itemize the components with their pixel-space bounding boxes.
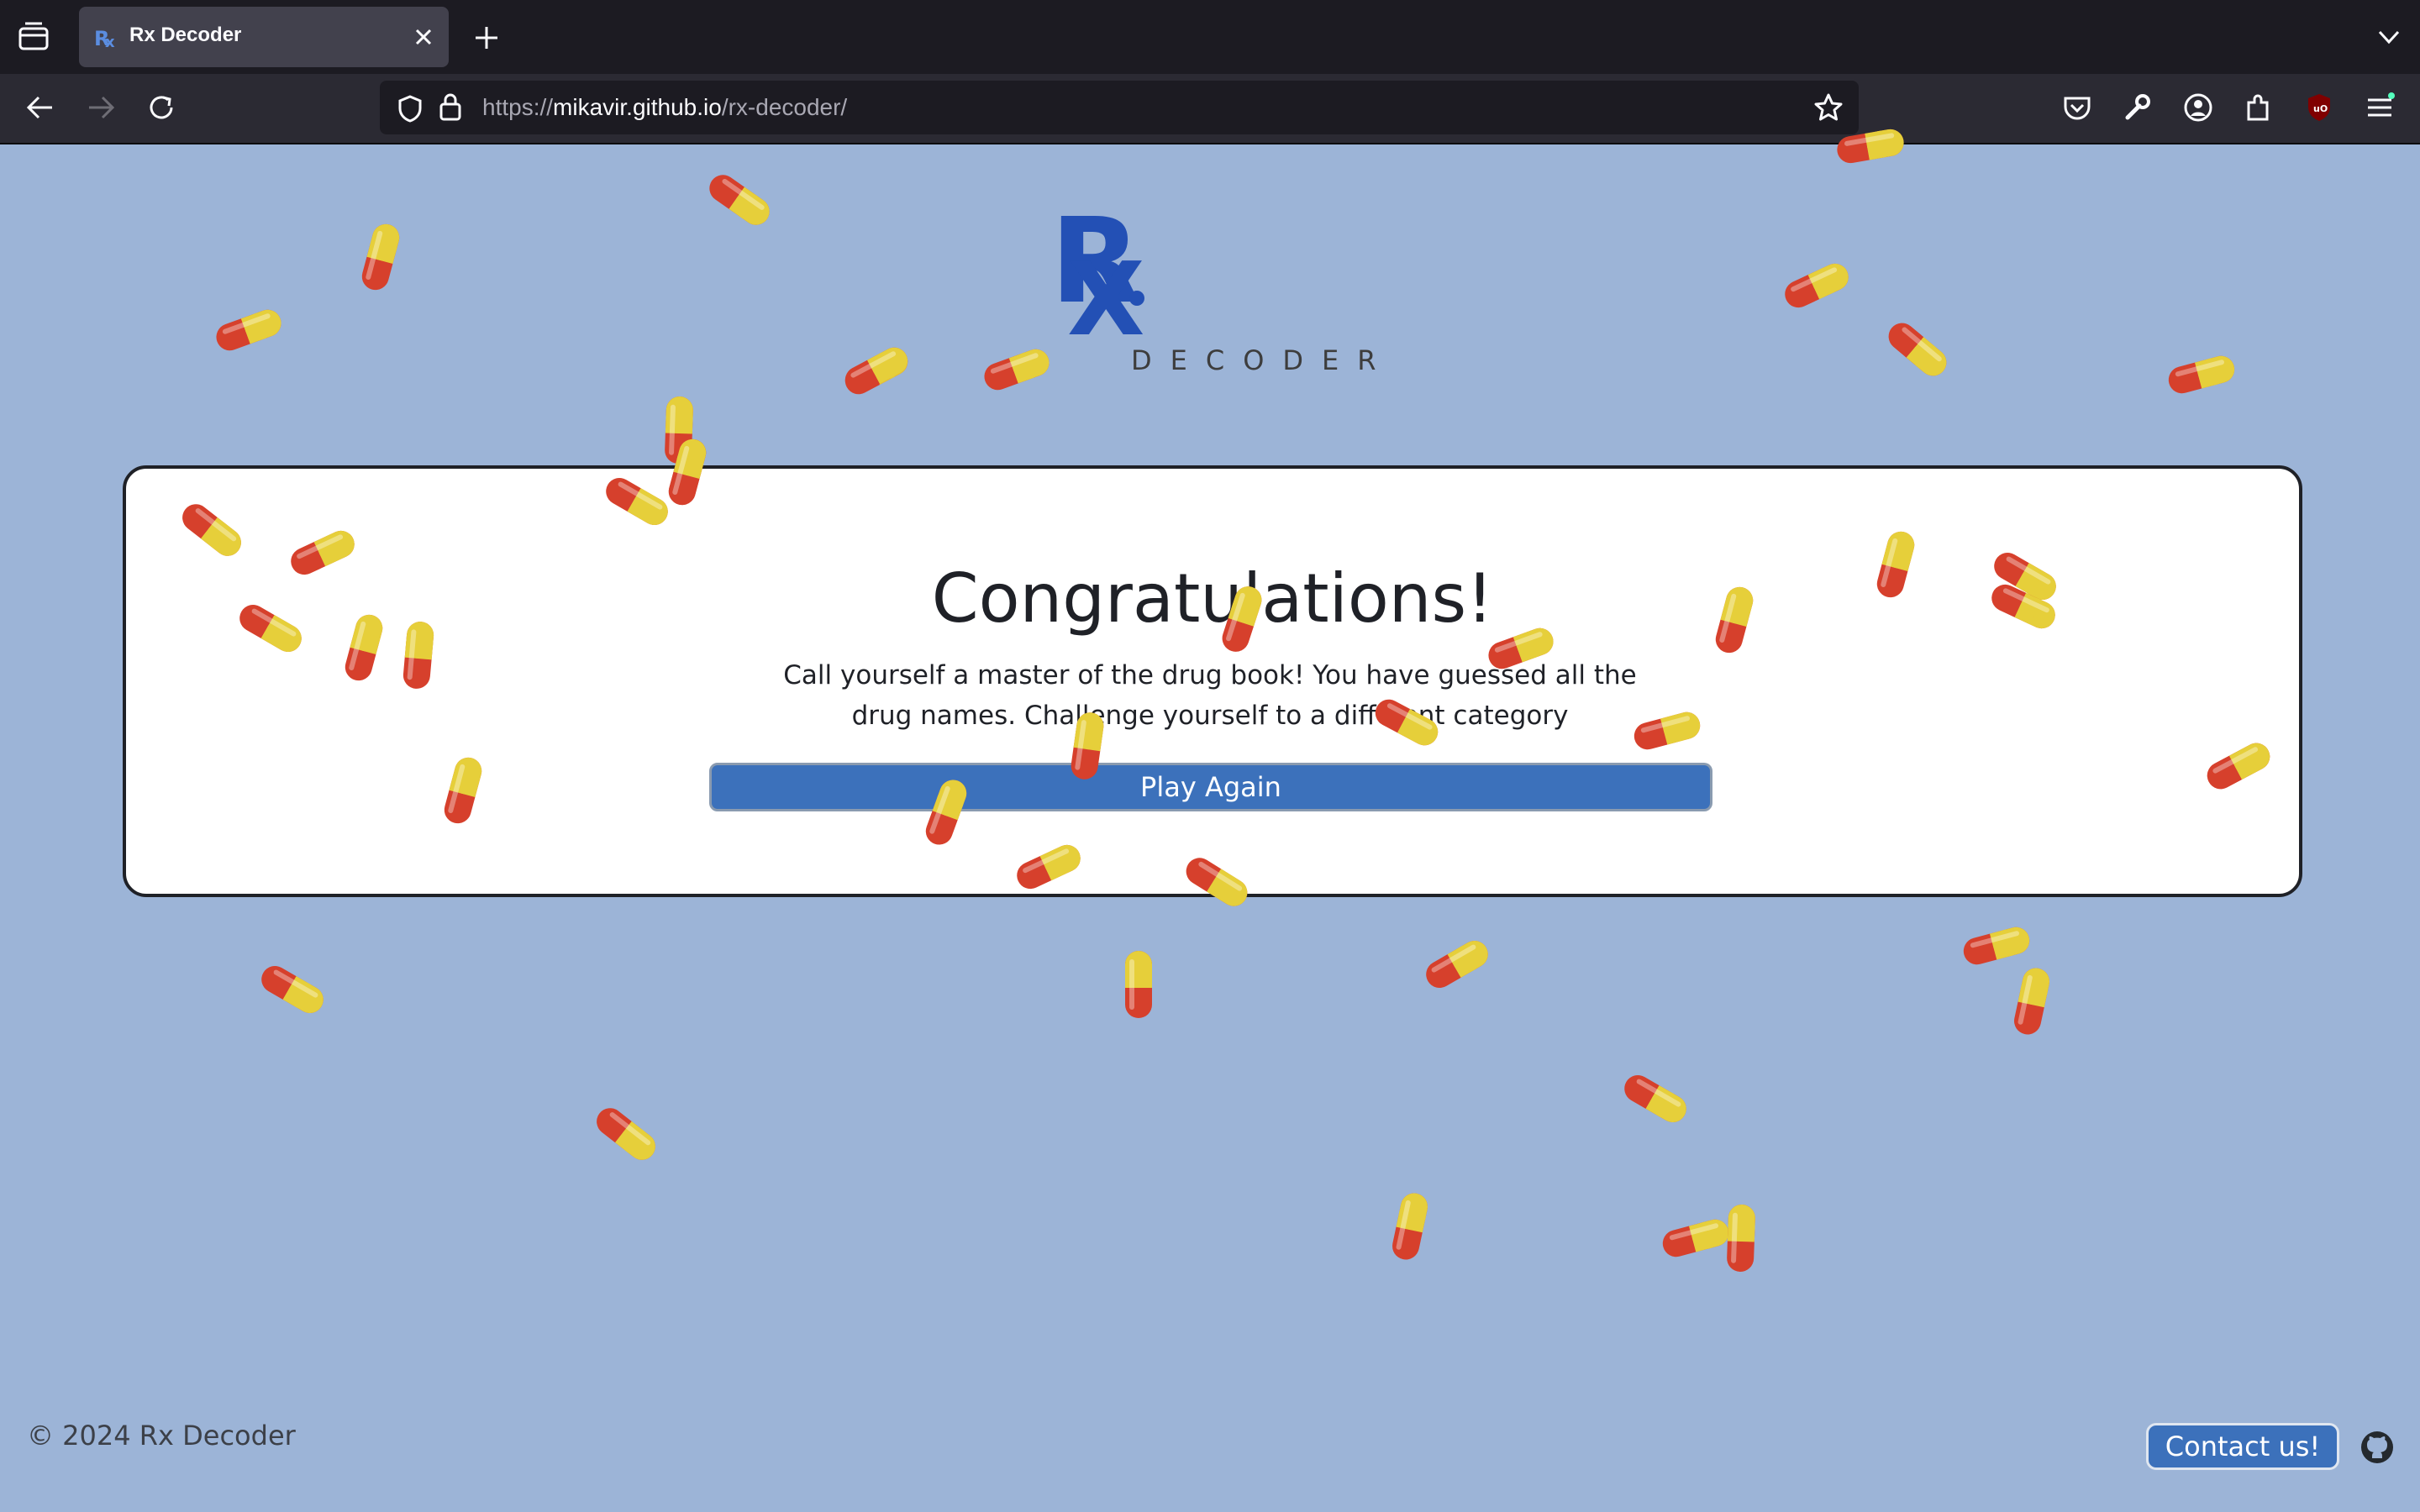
url-scheme: https://: [482, 94, 554, 120]
forward-icon[interactable]: [84, 91, 118, 124]
congrats-card: Congratulations! Call yourself a master …: [123, 465, 2302, 897]
extensions-icon[interactable]: [2242, 91, 2275, 124]
play-again-button[interactable]: Play Again: [709, 763, 1712, 811]
chevron-down-icon[interactable]: [2376, 25, 2402, 49]
logo-dot: [1129, 291, 1144, 306]
lock-icon[interactable]: [439, 92, 462, 121]
svg-text:uO: uO: [2313, 103, 2328, 114]
back-icon[interactable]: [24, 91, 57, 124]
svg-text:x: x: [105, 34, 115, 49]
tab-title: Rx Decoder: [129, 24, 242, 46]
ublock-icon[interactable]: uO: [2302, 91, 2336, 124]
browser-nav-bar: https://mikavir.github.io/rx-decoder/ uO: [0, 74, 2420, 144]
plus-icon[interactable]: [472, 24, 501, 52]
url-bar[interactable]: https://mikavir.github.io/rx-decoder/: [380, 81, 1859, 134]
wrench-icon[interactable]: [2121, 91, 2154, 124]
account-icon[interactable]: [2181, 91, 2215, 124]
browser-tab-bar: R x Rx Decoder: [0, 0, 2420, 74]
rx-favicon-icon: R x: [94, 27, 115, 49]
menu-icon[interactable]: [2363, 91, 2396, 124]
url-text[interactable]: https://mikavir.github.io/rx-decoder/: [482, 94, 847, 121]
shield-icon[interactable]: [397, 94, 424, 123]
url-host: mikavir.github.io: [553, 94, 722, 120]
page-content: R X DECODER Congratulations! Call yourse…: [0, 144, 2420, 1512]
close-icon[interactable]: [413, 27, 434, 47]
congrats-message: Call yourself a master of the drug book!…: [783, 660, 1637, 731]
footer-copyright: © 2024 Rx Decoder: [27, 1420, 296, 1452]
github-icon[interactable]: [2360, 1430, 2395, 1465]
pocket-icon[interactable]: [2060, 91, 2094, 124]
reload-icon[interactable]: [145, 91, 178, 124]
url-path: /rx-decoder/: [721, 94, 848, 120]
contact-us-button[interactable]: Contact us!: [2146, 1423, 2339, 1470]
star-icon[interactable]: [1813, 92, 1844, 123]
rx-decoder-logo: R X DECODER: [1050, 203, 1376, 377]
tab-list-icon[interactable]: [17, 22, 50, 52]
logo-word: DECODER: [1131, 344, 1395, 376]
congrats-title: Congratulations!: [931, 559, 1494, 638]
tab-rx-decoder[interactable]: R x Rx Decoder: [79, 7, 449, 67]
